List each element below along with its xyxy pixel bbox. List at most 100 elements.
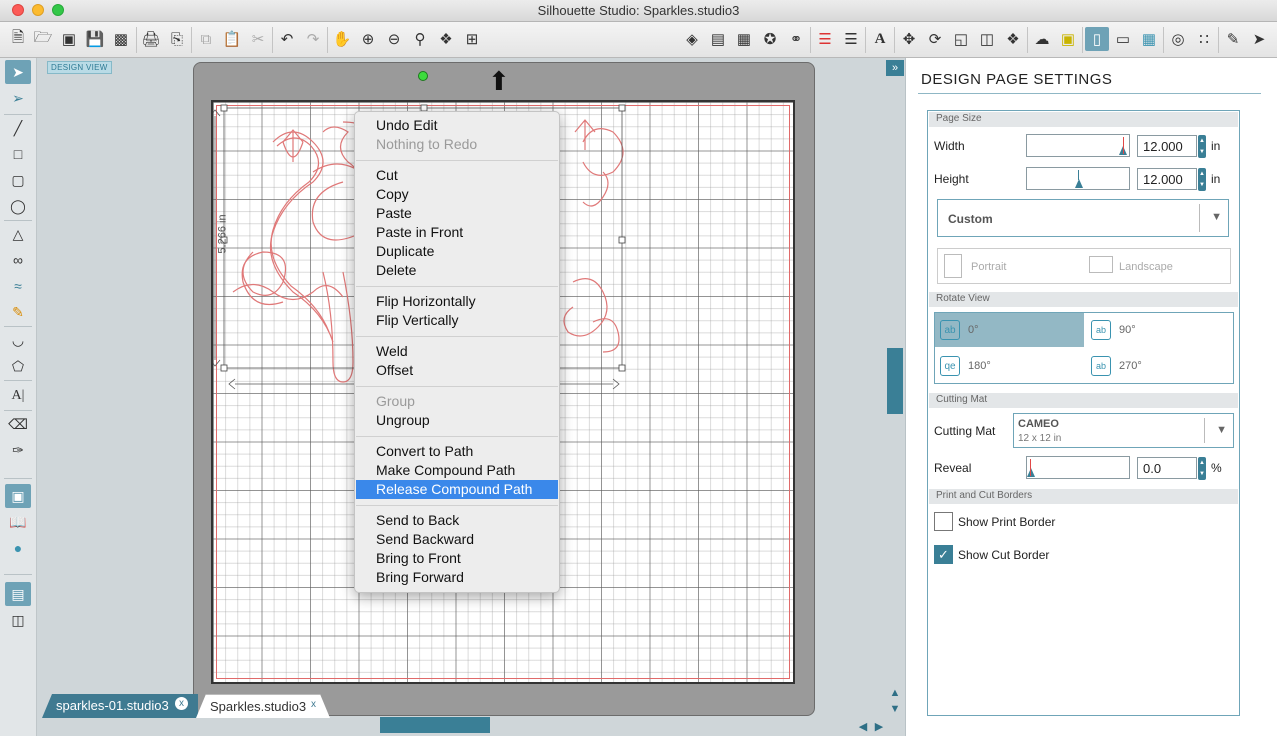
menu-item-delete[interactable]: Delete xyxy=(356,261,558,280)
save-icon[interactable]: 💾 xyxy=(83,27,107,51)
horizontal-scroll-thumb[interactable] xyxy=(380,717,490,733)
menu-item-send-to-back[interactable]: Send to Back xyxy=(356,511,558,530)
scroll-right-arrow-icon[interactable]: ▶ xyxy=(871,719,887,733)
line-color-bars-icon[interactable]: ☰ xyxy=(813,27,837,51)
tab-sparkles[interactable]: Sparkles.studio3 x xyxy=(196,694,330,718)
collapse-panel-button[interactable]: » xyxy=(886,60,904,76)
menu-item-release-compound-path[interactable]: Release Compound Path xyxy=(356,480,558,499)
scroll-down-arrow-icon[interactable]: ▼ xyxy=(887,702,903,716)
design-view-icon[interactable]: ▣ xyxy=(5,484,31,508)
send-to-cutter-icon[interactable]: ➤ xyxy=(1247,27,1271,51)
fit-page-icon[interactable]: ⊞ xyxy=(460,27,484,51)
show-print-border-checkbox[interactable] xyxy=(934,512,953,531)
scale-icon[interactable]: ◱ xyxy=(949,27,973,51)
zoom-select-icon[interactable]: ⚲ xyxy=(408,27,432,51)
menu-item-offset[interactable]: Offset xyxy=(356,361,558,380)
menu-item-ungroup[interactable]: Ungroup xyxy=(356,411,558,430)
portrait-icon[interactable] xyxy=(944,254,962,278)
menu-item-weld[interactable]: Weld xyxy=(356,342,558,361)
regular-polygon-tool-icon[interactable]: ⬠ xyxy=(5,354,31,378)
arc-tool-icon[interactable]: ◡ xyxy=(5,328,31,352)
menu-item-duplicate[interactable]: Duplicate xyxy=(356,242,558,261)
menu-item-bring-to-front[interactable]: Bring to Front xyxy=(356,549,558,568)
tab-close-icon[interactable]: x xyxy=(307,698,320,711)
grid-settings-icon[interactable]: ▦ xyxy=(1137,27,1161,51)
zoom-out-icon[interactable]: ⊖ xyxy=(382,27,406,51)
trace-icon[interactable]: ☁ xyxy=(1030,27,1054,51)
width-slider[interactable] xyxy=(1026,134,1130,157)
cutting-mat-dropdown[interactable]: CAMEO 12 x 12 in ▼ xyxy=(1013,413,1234,448)
polygon-tool-icon[interactable]: △ xyxy=(5,222,31,246)
zoom-fit-icon[interactable]: ❖ xyxy=(434,27,458,51)
print-icon[interactable]: 🖨 xyxy=(139,27,163,51)
reveal-slider[interactable] xyxy=(1026,456,1130,479)
fill-gradient-icon[interactable]: ▤ xyxy=(706,27,730,51)
edit-points-icon[interactable]: ➢ xyxy=(5,86,31,110)
line-weight-icon[interactable]: ☰ xyxy=(839,27,863,51)
rotate-0-option[interactable]: ab 0° xyxy=(935,313,1084,347)
cut-scissors-icon[interactable]: ✂ xyxy=(246,27,270,51)
vertical-scrollbar[interactable]: ▲ ▼ xyxy=(886,78,904,718)
eraser-tool-icon[interactable]: ⌫ xyxy=(5,412,31,436)
width-stepper[interactable]: ▲ ▼ xyxy=(1198,135,1206,158)
registration-marks-icon[interactable]: ∷ xyxy=(1192,27,1216,51)
save-to-library-icon[interactable]: ▩ xyxy=(109,27,133,51)
menu-item-flip-horizontally[interactable]: Flip Horizontally xyxy=(356,292,558,311)
menu-item-make-compound-path[interactable]: Make Compound Path xyxy=(356,461,558,480)
split-layout-icon[interactable]: ◫ xyxy=(5,608,31,632)
design-store-view-icon[interactable]: ● xyxy=(5,536,31,560)
reveal-stepper[interactable]: ▲ ▼ xyxy=(1198,457,1206,480)
redo-icon[interactable]: ↷ xyxy=(301,27,325,51)
page-size-preset-dropdown[interactable]: Custom ▼ xyxy=(937,199,1229,237)
menu-item-copy[interactable]: Copy xyxy=(356,185,558,204)
rounded-rect-tool-icon[interactable]: ▢ xyxy=(5,168,31,192)
height-stepper[interactable]: ▲ ▼ xyxy=(1198,168,1206,191)
replicate-icon[interactable]: ❖ xyxy=(1001,27,1025,51)
freehand-tool-icon[interactable]: ≈ xyxy=(5,274,31,298)
landscape-icon[interactable] xyxy=(1089,256,1113,273)
menu-item-convert-to-path[interactable]: Convert to Path xyxy=(356,442,558,461)
rotate-180-option[interactable]: qe 180° xyxy=(935,349,1084,383)
print-cut-icon[interactable]: ⎘ xyxy=(165,27,189,51)
fill-pattern-icon[interactable]: ▦ xyxy=(732,27,756,51)
curve-tool-icon[interactable]: ∞ xyxy=(5,248,31,272)
select-arrow-icon[interactable]: ➤ xyxy=(5,60,31,84)
transform-icon[interactable]: ✥ xyxy=(897,27,921,51)
cut-settings-icon[interactable]: ▭ xyxy=(1111,27,1135,51)
height-input[interactable]: 12.000 xyxy=(1137,168,1197,190)
portrait-label[interactable]: Portrait xyxy=(971,261,1006,273)
zoom-in-icon[interactable]: ⊕ xyxy=(356,27,380,51)
library-view-icon[interactable]: 📖 xyxy=(5,510,31,534)
align-icon[interactable]: ◫ xyxy=(975,27,999,51)
sketch-pen-tool-icon[interactable]: ✎ xyxy=(5,300,31,324)
rotate-270-option[interactable]: ab 270° xyxy=(1086,349,1233,383)
line-style-icon[interactable]: ⚭ xyxy=(784,27,808,51)
scroll-left-arrow-icon[interactable]: ◀ xyxy=(855,719,871,733)
vertical-scroll-thumb[interactable] xyxy=(887,348,903,414)
rotate-icon[interactable]: ⟳ xyxy=(923,27,947,51)
open-library-icon[interactable]: ▣ xyxy=(57,27,81,51)
menu-item-bring-forward[interactable]: Bring Forward xyxy=(356,568,558,587)
spiral-icon[interactable]: ◎ xyxy=(1166,27,1190,51)
knife-tool-icon[interactable]: ✑ xyxy=(5,438,31,462)
new-document-icon[interactable]: 🗎 xyxy=(6,27,30,51)
line-color-icon[interactable]: ✪ xyxy=(758,27,782,51)
show-cut-border-label[interactable]: Show Cut Border xyxy=(958,548,1049,562)
menu-item-cut[interactable]: Cut xyxy=(356,166,558,185)
rotate-90-option[interactable]: ab 90° xyxy=(1086,313,1233,347)
design-store-icon[interactable]: ✎ xyxy=(1221,27,1245,51)
page-settings-icon[interactable]: ▯ xyxy=(1085,27,1109,51)
show-cut-border-checkbox[interactable]: ✓ xyxy=(934,545,953,564)
width-input[interactable]: 12.000 xyxy=(1137,135,1197,157)
slider-handle[interactable] xyxy=(1027,468,1035,477)
paste-icon[interactable]: 📋 xyxy=(220,27,244,51)
line-tool-icon[interactable]: ╱ xyxy=(5,116,31,140)
rectangle-tool-icon[interactable]: □ xyxy=(5,142,31,166)
text-tool-icon[interactable]: A| xyxy=(5,384,31,408)
library-icon[interactable]: ▣ xyxy=(1056,27,1080,51)
undo-icon[interactable]: ↶ xyxy=(275,27,299,51)
panel-layout-icon[interactable]: ▤ xyxy=(5,582,31,606)
reveal-input[interactable]: 0.0 xyxy=(1137,457,1197,479)
landscape-label[interactable]: Landscape xyxy=(1119,261,1173,273)
height-slider[interactable] xyxy=(1026,167,1130,190)
